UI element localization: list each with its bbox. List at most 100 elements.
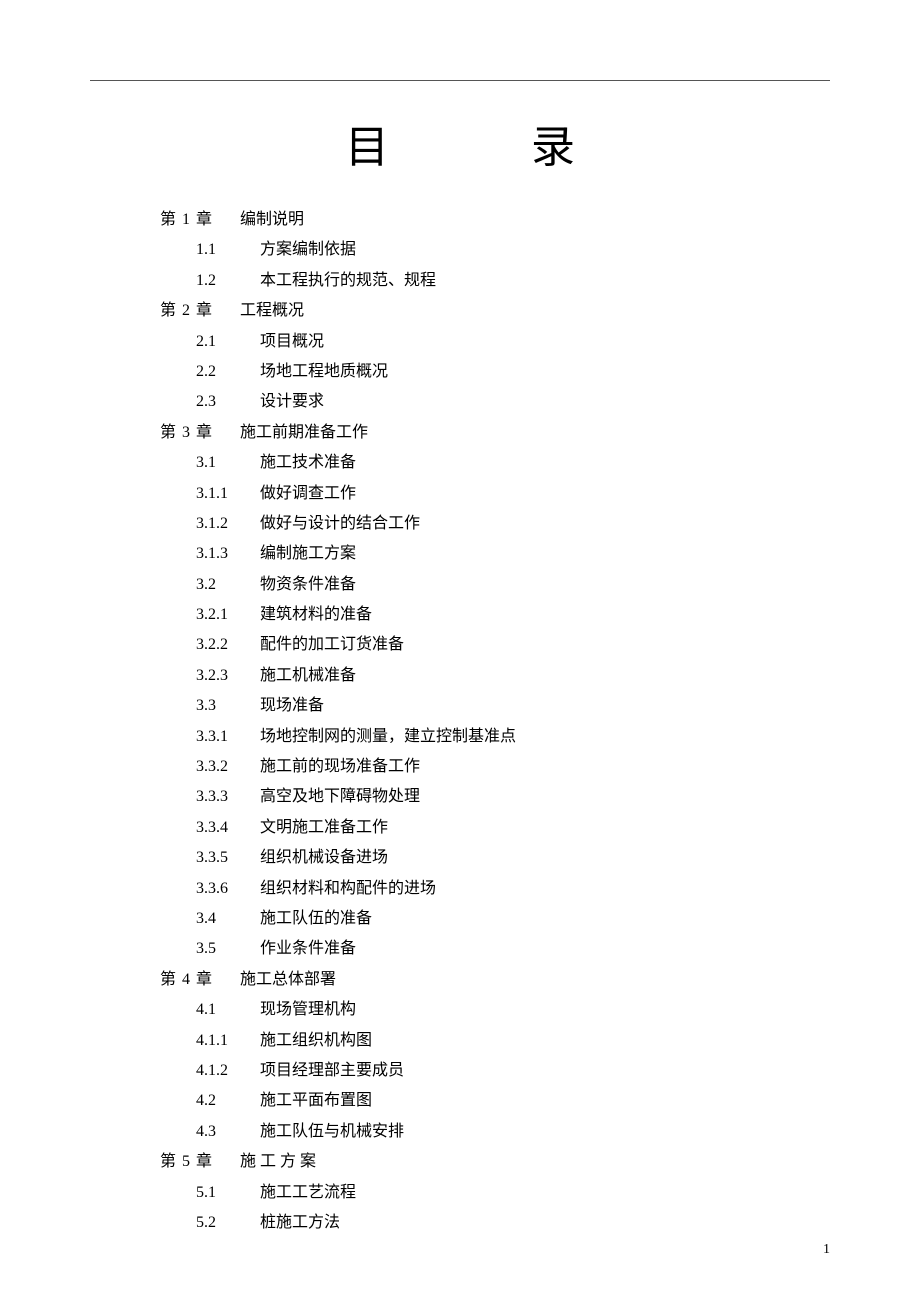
toc-entry: 3.3.3高空及地下障碍物处理 xyxy=(160,782,830,812)
toc-chapter-num: 第 1 章 xyxy=(160,205,240,235)
toc-subsection-text: 做好与设计的结合工作 xyxy=(260,515,420,532)
toc-section-num: 2.1 xyxy=(196,327,260,357)
toc-entry: 4.1.2项目经理部主要成员 xyxy=(160,1056,830,1086)
toc-section-num: 4.1 xyxy=(196,995,260,1025)
toc-entry: 3.4施工队伍的准备 xyxy=(160,904,830,934)
toc-section-text: 施工技术准备 xyxy=(260,454,356,471)
toc-entry: 第 4 章施工总体部署 xyxy=(160,965,830,995)
toc-entry: 3.5作业条件准备 xyxy=(160,934,830,964)
toc-chapter-text: 工程概况 xyxy=(240,302,304,319)
toc-section-text: 项目概况 xyxy=(260,333,324,350)
toc-entry: 2.2场地工程地质概况 xyxy=(160,357,830,387)
toc-section-text: 作业条件准备 xyxy=(260,940,356,957)
toc-entry: 3.1.3编制施工方案 xyxy=(160,539,830,569)
toc-section-text: 桩施工方法 xyxy=(260,1214,340,1231)
toc-chapter-num: 第 5 章 xyxy=(160,1147,240,1177)
toc-subsection-text: 高空及地下障碍物处理 xyxy=(260,788,420,805)
toc-subsection-text: 施工机械准备 xyxy=(260,667,356,684)
toc-entry: 3.3.1场地控制网的测量，建立控制基准点 xyxy=(160,722,830,752)
toc-entry: 3.3.2施工前的现场准备工作 xyxy=(160,752,830,782)
toc-section-num: 5.2 xyxy=(196,1208,260,1238)
toc-entry: 4.1现场管理机构 xyxy=(160,995,830,1025)
toc-entry: 3.3.5组织机械设备进场 xyxy=(160,843,830,873)
toc-chapter-text: 编制说明 xyxy=(240,211,304,228)
toc-subsection-num: 4.1.2 xyxy=(196,1056,260,1086)
toc-subsection-num: 3.3.5 xyxy=(196,843,260,873)
toc-subsection-text: 编制施工方案 xyxy=(260,545,356,562)
toc-subsection-num: 3.3.2 xyxy=(196,752,260,782)
toc-section-num: 5.1 xyxy=(196,1178,260,1208)
toc-entry: 第 2 章工程概况 xyxy=(160,296,830,326)
toc-subsection-num: 3.2.1 xyxy=(196,600,260,630)
toc-section-num: 2.2 xyxy=(196,357,260,387)
toc-entry: 3.3.4文明施工准备工作 xyxy=(160,813,830,843)
toc-section-text: 现场准备 xyxy=(260,697,324,714)
toc-entry: 3.1.2做好与设计的结合工作 xyxy=(160,509,830,539)
toc-section-text: 施工平面布置图 xyxy=(260,1092,372,1109)
toc-chapter-num: 第 4 章 xyxy=(160,965,240,995)
toc-entry: 3.3现场准备 xyxy=(160,691,830,721)
toc-section-num: 3.4 xyxy=(196,904,260,934)
title-left: 目 xyxy=(345,123,389,172)
toc-entry: 第 5 章施 工 方 案 xyxy=(160,1147,830,1177)
toc-section-num: 3.3 xyxy=(196,691,260,721)
toc-subsection-text: 做好调查工作 xyxy=(260,485,356,502)
toc-chapter-text: 施工总体部署 xyxy=(240,971,336,988)
toc-section-num: 2.3 xyxy=(196,387,260,417)
toc-section-num: 3.5 xyxy=(196,934,260,964)
toc-entry: 第 1 章编制说明 xyxy=(160,205,830,235)
toc-entry: 3.2物资条件准备 xyxy=(160,570,830,600)
toc-entry: 4.3施工队伍与机械安排 xyxy=(160,1117,830,1147)
toc-section-text: 方案编制依据 xyxy=(260,241,356,258)
toc-entry: 3.2.3施工机械准备 xyxy=(160,661,830,691)
toc-subsection-text: 场地控制网的测量，建立控制基准点 xyxy=(260,728,516,745)
toc-subsection-num: 3.3.6 xyxy=(196,874,260,904)
toc-subsection-text: 配件的加工订货准备 xyxy=(260,636,404,653)
toc-entry: 3.1.1做好调查工作 xyxy=(160,479,830,509)
toc-subsection-num: 4.1.1 xyxy=(196,1026,260,1056)
toc-section-text: 现场管理机构 xyxy=(260,1001,356,1018)
toc-section-text: 本工程执行的规范、规程 xyxy=(260,272,436,289)
toc-entry: 4.1.1施工组织机构图 xyxy=(160,1026,830,1056)
toc-entry: 3.2.2配件的加工订货准备 xyxy=(160,630,830,660)
toc-section-text: 施工队伍的准备 xyxy=(260,910,372,927)
toc-entry: 5.2桩施工方法 xyxy=(160,1208,830,1238)
toc-subsection-text: 施工前的现场准备工作 xyxy=(260,758,420,775)
toc-subsection-num: 3.2.2 xyxy=(196,630,260,660)
toc-section-num: 1.1 xyxy=(196,235,260,265)
toc-section-num: 1.2 xyxy=(196,266,260,296)
toc-entry: 3.2.1建筑材料的准备 xyxy=(160,600,830,630)
toc-section-text: 场地工程地质概况 xyxy=(260,363,388,380)
page-number: 1 xyxy=(823,1242,830,1258)
toc-entry: 4.2施工平面布置图 xyxy=(160,1086,830,1116)
toc-title: 目 录 xyxy=(90,111,830,175)
toc-subsection-num: 3.3.4 xyxy=(196,813,260,843)
toc-subsection-text: 文明施工准备工作 xyxy=(260,819,388,836)
toc-subsection-text: 建筑材料的准备 xyxy=(260,606,372,623)
toc-chapter-num: 第 2 章 xyxy=(160,296,240,326)
toc-chapter-text: 施工前期准备工作 xyxy=(240,424,368,441)
toc-chapter-num: 第 3 章 xyxy=(160,418,240,448)
toc-subsection-num: 3.1.1 xyxy=(196,479,260,509)
toc-section-text: 物资条件准备 xyxy=(260,576,356,593)
toc-section-num: 4.2 xyxy=(196,1086,260,1116)
toc-section-num: 4.3 xyxy=(196,1117,260,1147)
toc-entry: 3.3.6组织材料和构配件的进场 xyxy=(160,874,830,904)
toc-entry: 2.1项目概况 xyxy=(160,327,830,357)
toc-entry: 第 3 章施工前期准备工作 xyxy=(160,418,830,448)
toc-section-num: 3.2 xyxy=(196,570,260,600)
table-of-contents: 第 1 章编制说明1.1方案编制依据1.2本工程执行的规范、规程第 2 章工程概… xyxy=(160,205,830,1238)
toc-subsection-num: 3.3.1 xyxy=(196,722,260,752)
title-right: 录 xyxy=(531,123,575,172)
toc-chapter-text: 施 工 方 案 xyxy=(240,1153,316,1170)
toc-entry: 3.1施工技术准备 xyxy=(160,448,830,478)
toc-entry: 1.2本工程执行的规范、规程 xyxy=(160,266,830,296)
toc-section-num: 3.1 xyxy=(196,448,260,478)
toc-subsection-text: 组织机械设备进场 xyxy=(260,849,388,866)
toc-entry: 5.1施工工艺流程 xyxy=(160,1178,830,1208)
toc-section-text: 施工工艺流程 xyxy=(260,1184,356,1201)
document-page: 目 录 第 1 章编制说明1.1方案编制依据1.2本工程执行的规范、规程第 2 … xyxy=(0,0,920,1278)
toc-section-text: 设计要求 xyxy=(260,393,324,410)
toc-subsection-text: 施工组织机构图 xyxy=(260,1032,372,1049)
toc-subsection-text: 组织材料和构配件的进场 xyxy=(260,880,436,897)
